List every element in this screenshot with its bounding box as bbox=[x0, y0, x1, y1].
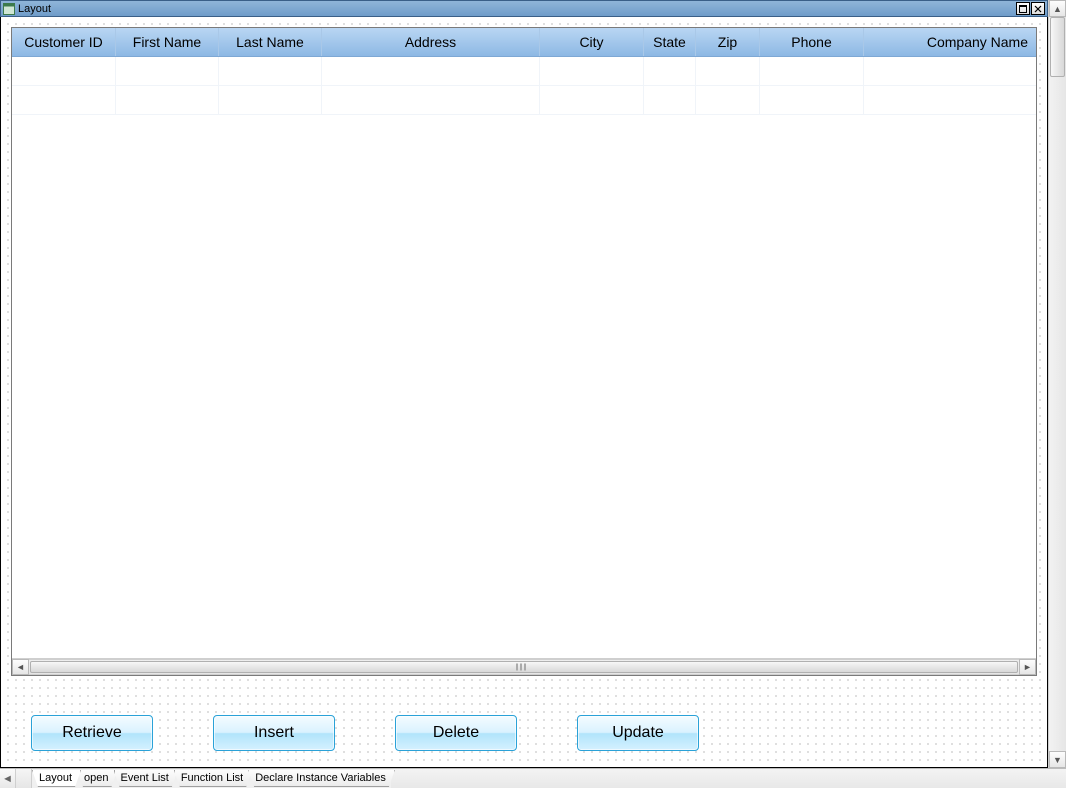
update-button[interactable]: Update bbox=[577, 715, 699, 751]
tab-scroll-cap bbox=[16, 769, 32, 788]
design-canvas[interactable]: Customer ID First Name Last Name Address… bbox=[0, 17, 1048, 768]
insert-button[interactable]: Insert bbox=[213, 715, 335, 751]
scroll-track[interactable] bbox=[29, 659, 1019, 675]
cell[interactable] bbox=[696, 57, 760, 86]
retrieve-button[interactable]: Retrieve bbox=[31, 715, 153, 751]
close-button[interactable] bbox=[1031, 2, 1045, 15]
col-header-first-name[interactable]: First Name bbox=[116, 28, 219, 56]
scroll-track[interactable] bbox=[1049, 17, 1066, 751]
col-header-last-name[interactable]: Last Name bbox=[219, 28, 322, 56]
scroll-up-arrow[interactable]: ▲ bbox=[1049, 0, 1066, 17]
col-header-city[interactable]: City bbox=[540, 28, 644, 56]
datawindow[interactable]: Customer ID First Name Last Name Address… bbox=[11, 27, 1037, 676]
datawindow-body: Customer ID First Name Last Name Address… bbox=[12, 28, 1036, 658]
window-icon bbox=[3, 3, 15, 15]
scroll-thumb[interactable] bbox=[30, 661, 1018, 673]
scroll-right-arrow[interactable]: ► bbox=[1019, 659, 1036, 675]
tab-function-list[interactable]: Function List bbox=[174, 770, 252, 787]
cell[interactable] bbox=[322, 86, 540, 115]
table-row[interactable] bbox=[12, 57, 1036, 86]
col-header-zip[interactable]: Zip bbox=[696, 28, 760, 56]
bottom-tabstrip: ◄ Layout open Event List Function List D… bbox=[0, 768, 1066, 788]
tab-open[interactable]: open bbox=[77, 770, 117, 787]
cell[interactable] bbox=[116, 57, 219, 86]
maximize-button[interactable] bbox=[1016, 2, 1030, 15]
window-titlebar: Layout bbox=[0, 0, 1048, 17]
cell[interactable] bbox=[644, 86, 696, 115]
tab-scroll-left[interactable]: ◄ bbox=[0, 769, 16, 788]
cell[interactable] bbox=[864, 57, 1036, 86]
col-header-company-name[interactable]: Company Name bbox=[864, 28, 1036, 56]
window-title: Layout bbox=[18, 3, 51, 15]
scroll-down-arrow[interactable]: ▼ bbox=[1049, 751, 1066, 768]
editor-area: Layout Customer ID First Name Last Name … bbox=[0, 0, 1048, 768]
col-header-address[interactable]: Address bbox=[322, 28, 540, 56]
delete-button[interactable]: Delete bbox=[395, 715, 517, 751]
tabstrip-filler bbox=[391, 769, 1066, 788]
col-header-customer-id[interactable]: Customer ID bbox=[12, 28, 116, 56]
cell[interactable] bbox=[644, 57, 696, 86]
cell[interactable] bbox=[864, 86, 1036, 115]
cell[interactable] bbox=[696, 86, 760, 115]
grid-rows bbox=[12, 57, 1036, 115]
button-row: Retrieve Insert Delete Update bbox=[11, 709, 1037, 757]
scroll-thumb[interactable] bbox=[1050, 17, 1065, 77]
grid-header: Customer ID First Name Last Name Address… bbox=[12, 28, 1036, 57]
cell[interactable] bbox=[12, 86, 116, 115]
tabs: Layout open Event List Function List Dec… bbox=[32, 769, 391, 788]
cell[interactable] bbox=[760, 86, 864, 115]
dw-horizontal-scrollbar[interactable]: ◄ ► bbox=[12, 658, 1036, 675]
cell[interactable] bbox=[116, 86, 219, 115]
cell[interactable] bbox=[540, 86, 644, 115]
cell[interactable] bbox=[219, 57, 322, 86]
cell[interactable] bbox=[12, 57, 116, 86]
cell[interactable] bbox=[540, 57, 644, 86]
tab-event-list[interactable]: Event List bbox=[114, 770, 178, 787]
scroll-left-arrow[interactable]: ◄ bbox=[12, 659, 29, 675]
col-header-phone[interactable]: Phone bbox=[760, 28, 864, 56]
cell[interactable] bbox=[322, 57, 540, 86]
tab-declare-instance-variables[interactable]: Declare Instance Variables bbox=[248, 770, 395, 787]
tab-layout[interactable]: Layout bbox=[32, 770, 81, 787]
cell[interactable] bbox=[219, 86, 322, 115]
col-header-state[interactable]: State bbox=[644, 28, 696, 56]
editor-vertical-scrollbar[interactable]: ▲ ▼ bbox=[1048, 0, 1066, 768]
table-row[interactable] bbox=[12, 86, 1036, 115]
cell[interactable] bbox=[760, 57, 864, 86]
